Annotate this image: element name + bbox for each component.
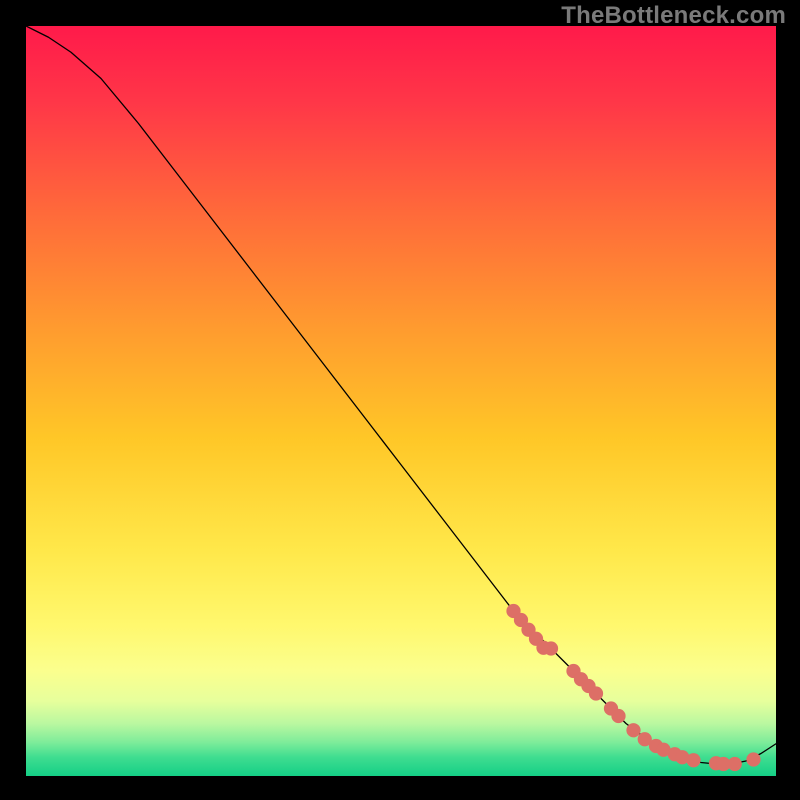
marker-dot [544,641,558,655]
marker-dots [506,604,760,771]
bottleneck-curve [26,26,776,764]
plot-area [26,26,776,776]
curve-layer [26,26,776,776]
marker-dot [626,723,640,737]
marker-dot [686,753,700,767]
marker-dot [728,757,742,771]
marker-dot [611,709,625,723]
marker-dot [589,686,603,700]
chart-container: TheBottleneck.com [0,0,800,800]
marker-dot [746,752,760,766]
